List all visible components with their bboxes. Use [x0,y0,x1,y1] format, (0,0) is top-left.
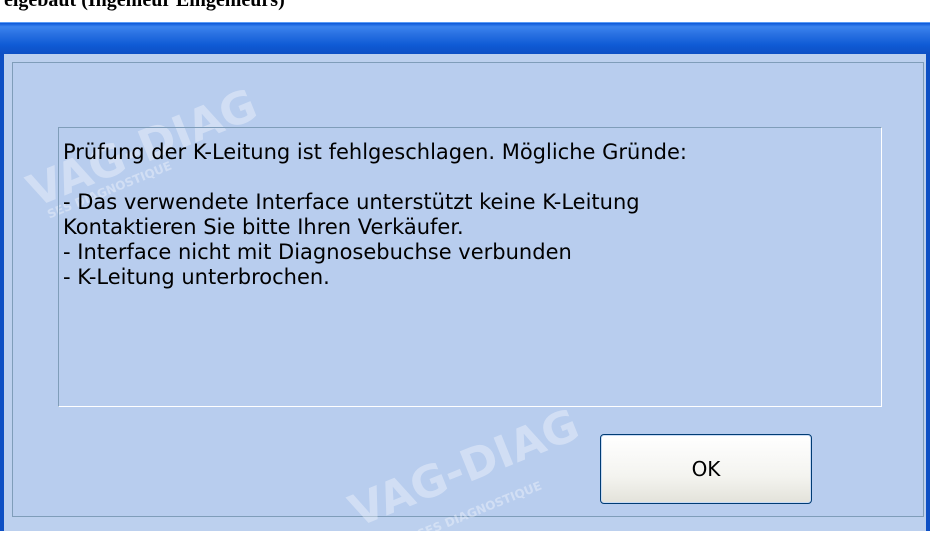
message-line: - Das verwendete Interface unterstützt k… [63,190,640,214]
watermark-brand-2: VAG-DIAG [342,399,587,538]
window-body: VAG-DIAG SES DIAGNOSTIQUE VAG-DIAG SES D… [0,54,930,541]
ok-button[interactable]: OK [600,434,812,504]
message-text-box: Prüfung der K-Leitung ist fehlgeschlagen… [58,127,882,407]
dialog-frame: VAG-DIAG SES DIAGNOSTIQUE VAG-DIAG SES D… [12,62,924,541]
dialog-window: VAG-DIAG SES DIAGNOSTIQUE VAG-DIAG SES D… [0,22,930,541]
message-line: - K-Leitung unterbrochen. [63,265,330,289]
message-line: - Interface nicht mit Diagnosebuchse ver… [63,240,572,264]
message-line: Prüfung der K-Leitung ist fehlgeschlagen… [63,140,687,164]
message-line: Kontaktieren Sie bitte Ihren Verkäufer. [63,215,464,239]
title-bar[interactable] [0,22,930,54]
header-caption-strip: eigebaut (Ingenieur Eingenieurs) [0,0,930,22]
header-caption: eigebaut (Ingenieur Eingenieurs) [4,0,285,11]
watermark-sub-2: SES DIAGNOSTIQUE [415,478,544,541]
